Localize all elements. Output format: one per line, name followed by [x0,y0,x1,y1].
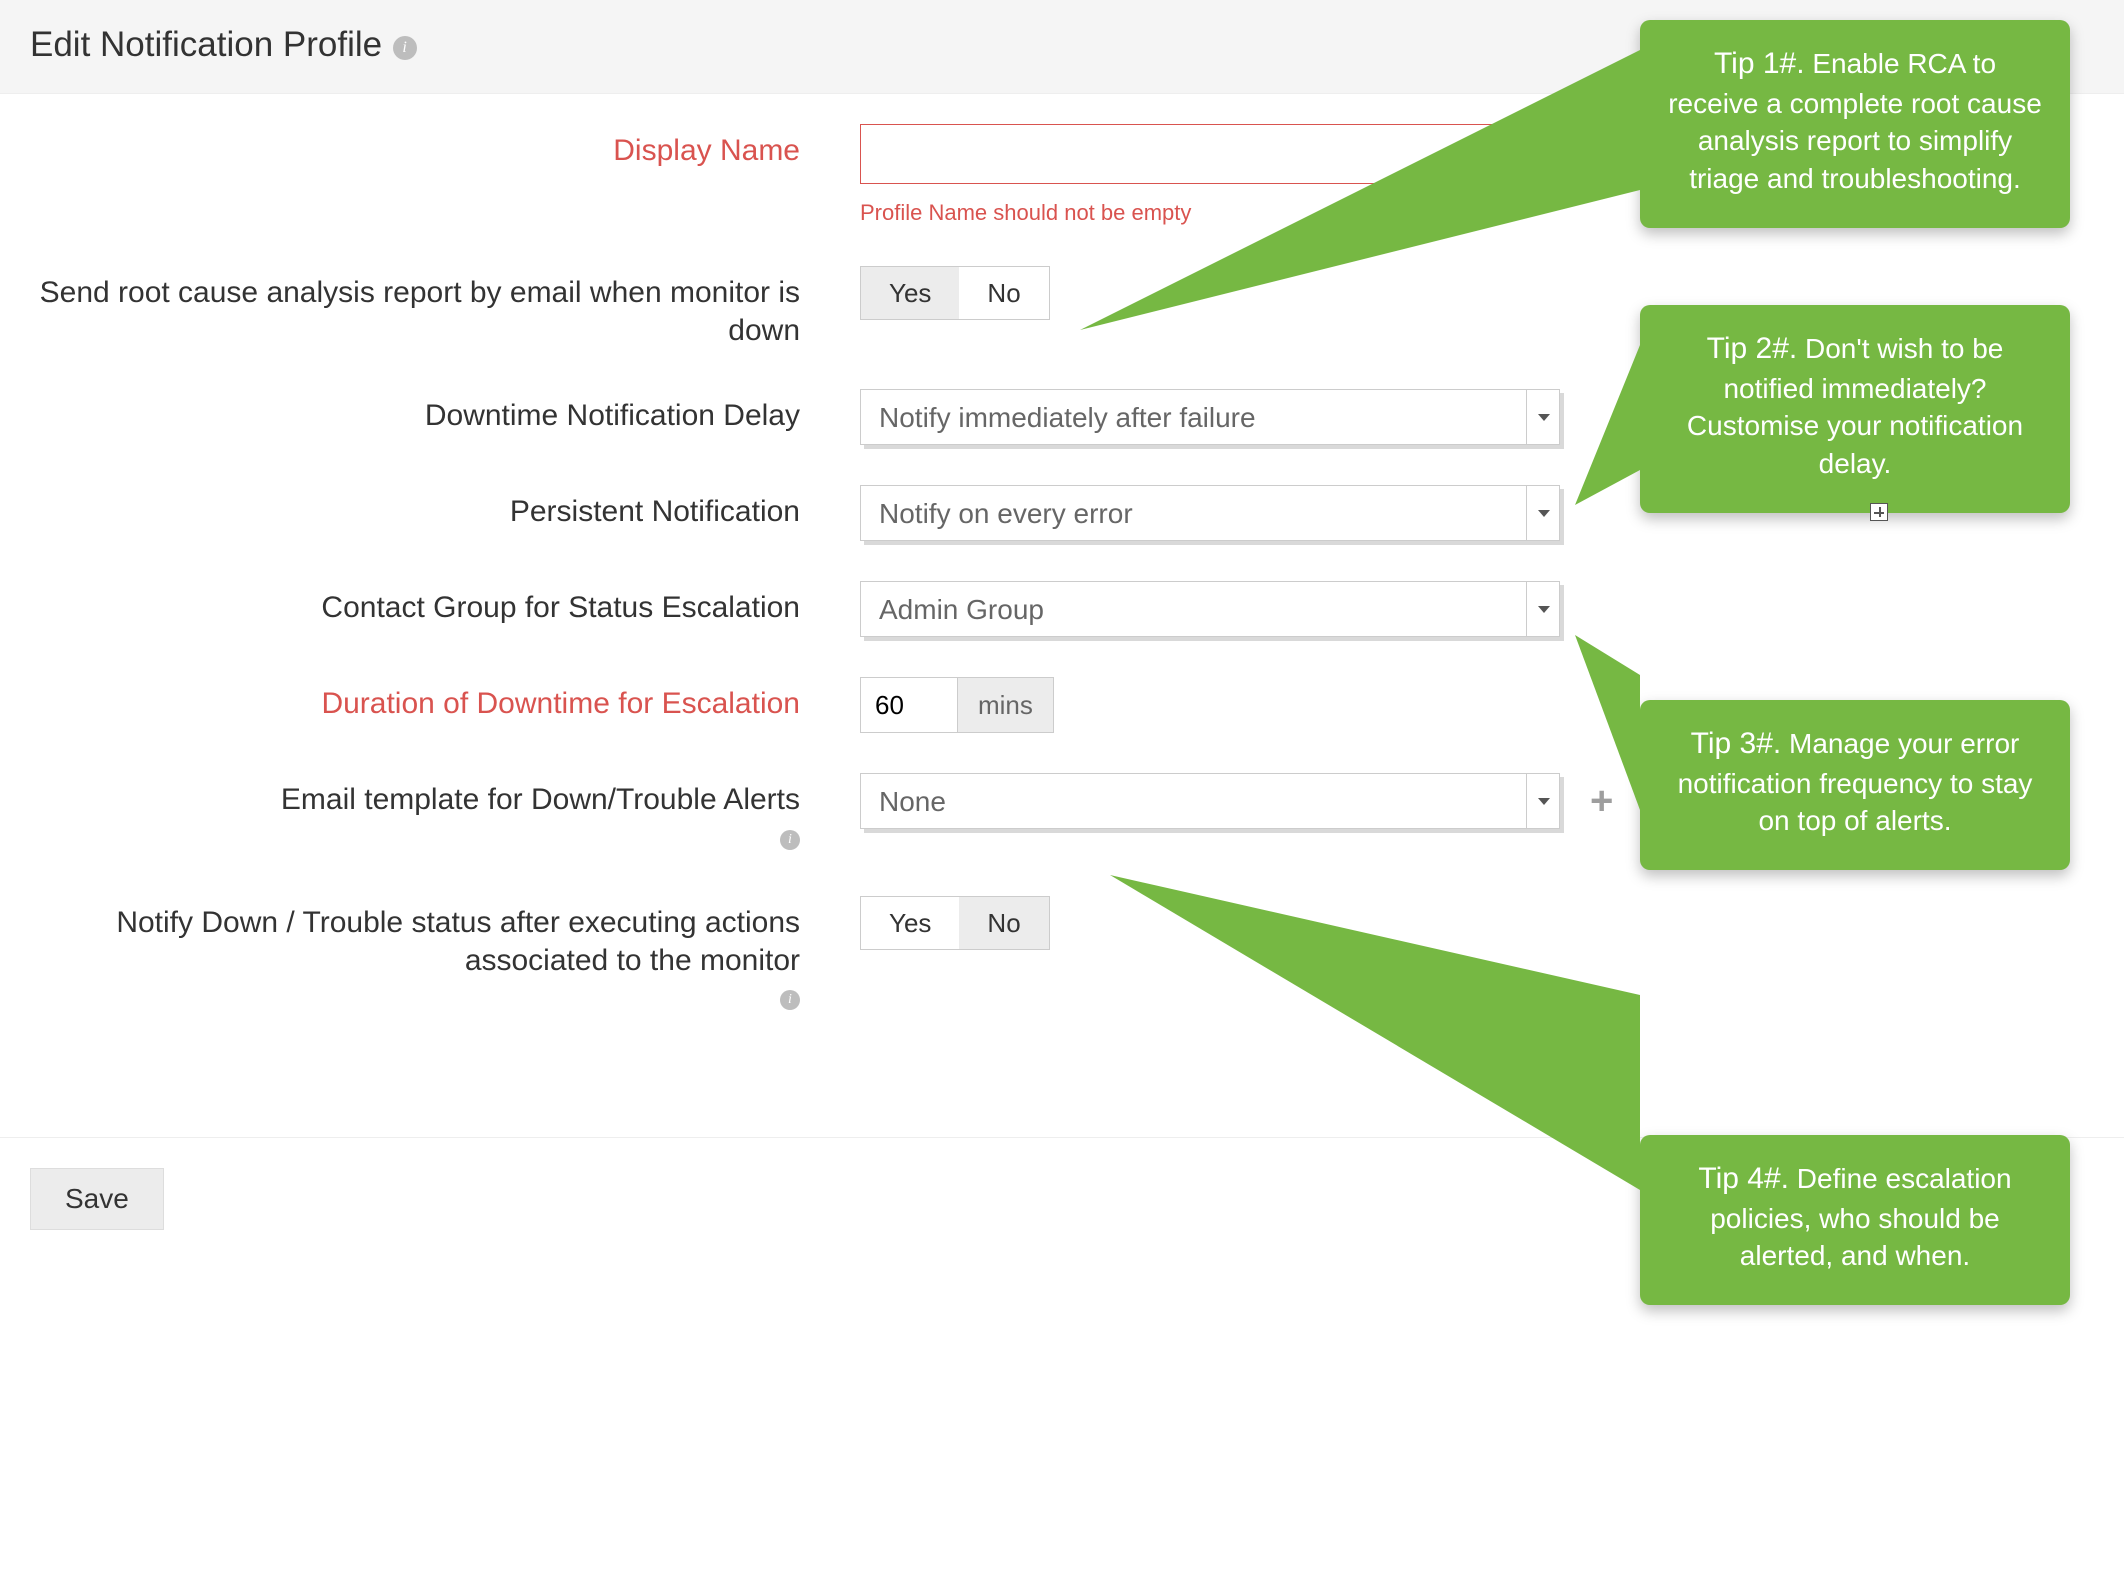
persistent-select[interactable]: Notify on every error [860,485,1560,541]
notify-after-toggle: Yes No [860,896,1050,950]
notify-after-no-button[interactable]: No [959,897,1048,949]
info-icon[interactable]: i [393,36,417,60]
contact-group-select[interactable]: Admin Group [860,581,1560,637]
label-delay: Downtime Notification Delay [30,389,860,435]
label-rca-email: Send root cause analysis report by email… [30,266,860,349]
notify-after-yes-button[interactable]: Yes [861,897,959,949]
expand-icon[interactable] [1870,503,1888,521]
label-display-name: Display Name [30,124,860,170]
rca-email-toggle: Yes No [860,266,1050,320]
label-contact-group: Contact Group for Status Escalation [30,581,860,627]
display-name-error: Profile Name should not be empty [860,200,1191,226]
row-contact-group: Contact Group for Status Escalation Admi… [30,581,2094,637]
label-notify-after: Notify Down / Trouble status after execu… [30,896,860,1017]
info-icon[interactable]: i [780,990,800,1010]
tip-4-title: Tip 4#. [1698,1162,1789,1195]
tip-2-title: Tip 2#. [1707,332,1798,365]
rca-yes-button[interactable]: Yes [861,267,959,319]
email-template-select[interactable]: None [860,773,1560,829]
delay-select[interactable]: Notify immediately after failure [860,389,1560,445]
info-icon[interactable]: i [780,830,800,850]
tip-3-callout: Tip 3#. Manage your error notification f… [1640,700,2070,870]
page-title: Edit Notification Profile [30,25,382,65]
duration-input[interactable] [861,678,957,732]
tip-1-callout: Tip 1#. Enable RCA to receive a complete… [1640,20,2070,228]
tip-2-callout: Tip 2#. Don't wish to be notified immedi… [1640,305,2070,513]
rca-no-button[interactable]: No [959,267,1048,319]
add-template-icon[interactable]: + [1590,773,1613,829]
form-area: Display Name Profile Name should not be … [0,94,2124,1138]
tip-4-callout: Tip 4#. Define escalation policies, who … [1640,1135,2070,1305]
tip-3-title: Tip 3#. [1691,727,1782,760]
label-email-template: Email template for Down/Trouble Alerts i [30,773,860,856]
save-button[interactable]: Save [30,1168,164,1230]
label-persistent: Persistent Notification [30,485,860,531]
duration-unit: mins [957,678,1053,732]
label-duration: Duration of Downtime for Escalation [30,677,860,723]
tip-1-title: Tip 1#. [1714,47,1805,80]
row-notify-after: Notify Down / Trouble status after execu… [30,896,2094,1017]
